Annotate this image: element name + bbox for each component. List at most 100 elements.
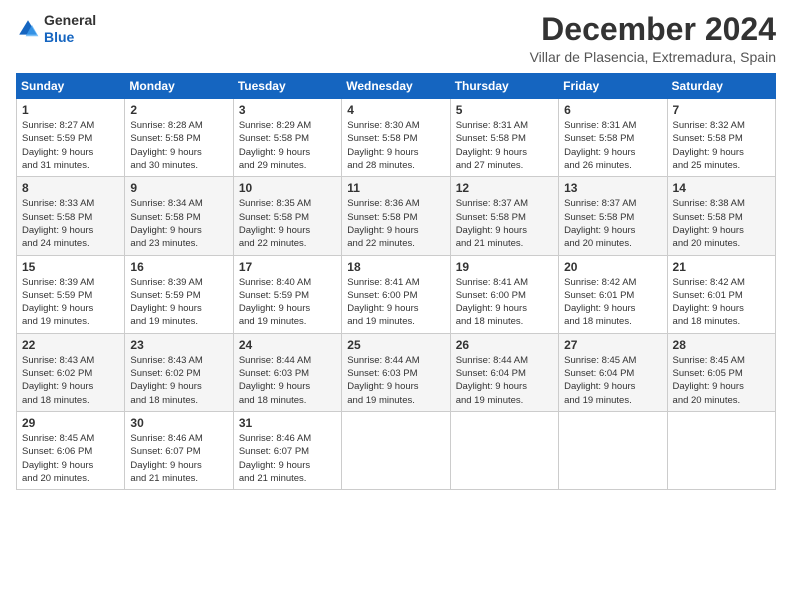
day-info: Sunrise: 8:31 AM Sunset: 5:58 PM Dayligh…	[564, 119, 661, 172]
day-info: Sunrise: 8:44 AM Sunset: 6:04 PM Dayligh…	[456, 354, 553, 407]
day-number: 26	[456, 338, 553, 352]
calendar-header-sunday: Sunday	[17, 74, 125, 99]
title-block: December 2024 Villar de Plasencia, Extre…	[530, 12, 776, 65]
day-info: Sunrise: 8:29 AM Sunset: 5:58 PM Dayligh…	[239, 119, 336, 172]
day-info: Sunrise: 8:35 AM Sunset: 5:58 PM Dayligh…	[239, 197, 336, 250]
day-info: Sunrise: 8:43 AM Sunset: 6:02 PM Dayligh…	[130, 354, 227, 407]
calendar-cell: 21 Sunrise: 8:42 AM Sunset: 6:01 PM Dayli…	[667, 255, 775, 333]
calendar-cell: 15Sunrise: 8:39 AM Sunset: 5:59 PM Dayli…	[17, 255, 125, 333]
calendar-header-friday: Friday	[559, 74, 667, 99]
logo-general: General	[44, 12, 96, 29]
day-info: Sunrise: 8:30 AM Sunset: 5:58 PM Dayligh…	[347, 119, 444, 172]
calendar-week-row: 29Sunrise: 8:45 AM Sunset: 6:06 PM Dayli…	[17, 411, 776, 489]
calendar-cell	[667, 411, 775, 489]
calendar-cell: 12 Sunrise: 8:37 AM Sunset: 5:58 PM Dayli…	[450, 177, 558, 255]
day-info: Sunrise: 8:27 AM Sunset: 5:59 PM Dayligh…	[22, 119, 119, 172]
day-info: Sunrise: 8:42 AM Sunset: 6:01 PM Dayligh…	[564, 276, 661, 329]
day-number: 19	[456, 260, 553, 274]
calendar-cell: 24Sunrise: 8:44 AM Sunset: 6:03 PM Dayli…	[233, 333, 341, 411]
day-number: 16	[130, 260, 227, 274]
day-info: Sunrise: 8:37 AM Sunset: 5:58 PM Dayligh…	[456, 197, 553, 250]
day-info: Sunrise: 8:33 AM Sunset: 5:58 PM Dayligh…	[22, 197, 119, 250]
calendar-cell	[342, 411, 450, 489]
day-number: 28	[673, 338, 770, 352]
day-number: 12	[456, 181, 553, 195]
day-number: 6	[564, 103, 661, 117]
subtitle: Villar de Plasencia, Extremadura, Spain	[530, 49, 776, 65]
main-title: December 2024	[530, 12, 776, 47]
calendar-table: SundayMondayTuesdayWednesdayThursdayFrid…	[16, 73, 776, 490]
day-info: Sunrise: 8:45 AM Sunset: 6:05 PM Dayligh…	[673, 354, 770, 407]
calendar-cell	[450, 411, 558, 489]
calendar-header-row: SundayMondayTuesdayWednesdayThursdayFrid…	[17, 74, 776, 99]
calendar-header-saturday: Saturday	[667, 74, 775, 99]
day-info: Sunrise: 8:38 AM Sunset: 5:58 PM Dayligh…	[673, 197, 770, 250]
day-number: 15	[22, 260, 119, 274]
calendar-cell: 17 Sunrise: 8:40 AM Sunset: 5:59 PM Dayli…	[233, 255, 341, 333]
calendar-header-tuesday: Tuesday	[233, 74, 341, 99]
day-number: 25	[347, 338, 444, 352]
day-info: Sunrise: 8:46 AM Sunset: 6:07 PM Dayligh…	[239, 432, 336, 485]
day-info: Sunrise: 8:36 AM Sunset: 5:58 PM Dayligh…	[347, 197, 444, 250]
day-number: 4	[347, 103, 444, 117]
calendar-cell: 28 Sunrise: 8:45 AM Sunset: 6:05 PM Dayli…	[667, 333, 775, 411]
day-number: 22	[22, 338, 119, 352]
day-info: Sunrise: 8:41 AM Sunset: 6:00 PM Dayligh…	[347, 276, 444, 329]
day-number: 9	[130, 181, 227, 195]
calendar-cell: 26 Sunrise: 8:44 AM Sunset: 6:04 PM Dayli…	[450, 333, 558, 411]
day-number: 13	[564, 181, 661, 195]
page: General Blue December 2024 Villar de Pla…	[0, 0, 792, 612]
day-info: Sunrise: 8:28 AM Sunset: 5:58 PM Dayligh…	[130, 119, 227, 172]
day-number: 8	[22, 181, 119, 195]
calendar-header-wednesday: Wednesday	[342, 74, 450, 99]
calendar-cell: 27 Sunrise: 8:45 AM Sunset: 6:04 PM Dayli…	[559, 333, 667, 411]
calendar-cell: 10 Sunrise: 8:35 AM Sunset: 5:58 PM Dayli…	[233, 177, 341, 255]
day-number: 30	[130, 416, 227, 430]
day-info: Sunrise: 8:41 AM Sunset: 6:00 PM Dayligh…	[456, 276, 553, 329]
calendar-cell: 7 Sunrise: 8:32 AM Sunset: 5:58 PM Daylig…	[667, 99, 775, 177]
calendar-cell: 23 Sunrise: 8:43 AM Sunset: 6:02 PM Dayli…	[125, 333, 233, 411]
day-number: 11	[347, 181, 444, 195]
calendar-cell: 30Sunrise: 8:46 AM Sunset: 6:07 PM Dayli…	[125, 411, 233, 489]
day-number: 21	[673, 260, 770, 274]
day-info: Sunrise: 8:37 AM Sunset: 5:58 PM Dayligh…	[564, 197, 661, 250]
day-number: 7	[673, 103, 770, 117]
calendar-cell: 16 Sunrise: 8:39 AM Sunset: 5:59 PM Dayli…	[125, 255, 233, 333]
calendar-cell: 1Sunrise: 8:27 AM Sunset: 5:59 PM Daylig…	[17, 99, 125, 177]
calendar-week-row: 15 Sunrise: 8:39 AM Sunset: 5:59 PM Dayli…	[17, 255, 776, 333]
calendar-header-monday: Monday	[125, 74, 233, 99]
calendar-cell: 11 Sunrise: 8:36 AM Sunset: 5:58 PM Dayli…	[342, 177, 450, 255]
calendar-cell: 9Sunrise: 8:34 AM Sunset: 5:58 PM Daylig…	[125, 177, 233, 255]
day-info: Sunrise: 8:32 AM Sunset: 5:58 PM Dayligh…	[673, 119, 770, 172]
calendar-week-row: 22 Sunrise: 8:43 AM Sunset: 6:02 PM Dayli…	[17, 333, 776, 411]
calendar-cell: 25Sunrise: 8:44 AM Sunset: 6:03 PM Dayli…	[342, 333, 450, 411]
day-info: Sunrise: 8:39 AM Sunset: 5:59 PM Dayligh…	[130, 276, 227, 329]
day-number: 24	[239, 338, 336, 352]
calendar-cell: 18 Sunrise: 8:41 AM Sunset: 6:00 PM Dayli…	[342, 255, 450, 333]
calendar-cell: 22 Sunrise: 8:43 AM Sunset: 6:02 PM Dayli…	[17, 333, 125, 411]
calendar-cell: 29Sunrise: 8:45 AM Sunset: 6:06 PM Dayli…	[17, 411, 125, 489]
day-number: 20	[564, 260, 661, 274]
day-number: 18	[347, 260, 444, 274]
calendar-cell: 4 Sunrise: 8:30 AM Sunset: 5:58 PM Daylig…	[342, 99, 450, 177]
day-info: Sunrise: 8:45 AM Sunset: 6:04 PM Dayligh…	[564, 354, 661, 407]
day-number: 17	[239, 260, 336, 274]
day-number: 23	[130, 338, 227, 352]
day-info: Sunrise: 8:42 AM Sunset: 6:01 PM Dayligh…	[673, 276, 770, 329]
day-info: Sunrise: 8:45 AM Sunset: 6:06 PM Dayligh…	[22, 432, 119, 485]
day-number: 10	[239, 181, 336, 195]
day-info: Sunrise: 8:31 AM Sunset: 5:58 PM Dayligh…	[456, 119, 553, 172]
calendar-cell: 3Sunrise: 8:29 AM Sunset: 5:58 PM Daylig…	[233, 99, 341, 177]
day-info: Sunrise: 8:40 AM Sunset: 5:59 PM Dayligh…	[239, 276, 336, 329]
day-number: 5	[456, 103, 553, 117]
calendar-cell: 20 Sunrise: 8:42 AM Sunset: 6:01 PM Dayli…	[559, 255, 667, 333]
day-info: Sunrise: 8:43 AM Sunset: 6:02 PM Dayligh…	[22, 354, 119, 407]
day-number: 27	[564, 338, 661, 352]
logo: General Blue	[16, 12, 96, 46]
calendar-cell	[559, 411, 667, 489]
calendar-cell: 31Sunrise: 8:46 AM Sunset: 6:07 PM Dayli…	[233, 411, 341, 489]
calendar-cell: 2Sunrise: 8:28 AM Sunset: 5:58 PM Daylig…	[125, 99, 233, 177]
calendar-cell: 8 Sunrise: 8:33 AM Sunset: 5:58 PM Daylig…	[17, 177, 125, 255]
calendar-header-thursday: Thursday	[450, 74, 558, 99]
calendar-cell: 14Sunrise: 8:38 AM Sunset: 5:58 PM Dayli…	[667, 177, 775, 255]
